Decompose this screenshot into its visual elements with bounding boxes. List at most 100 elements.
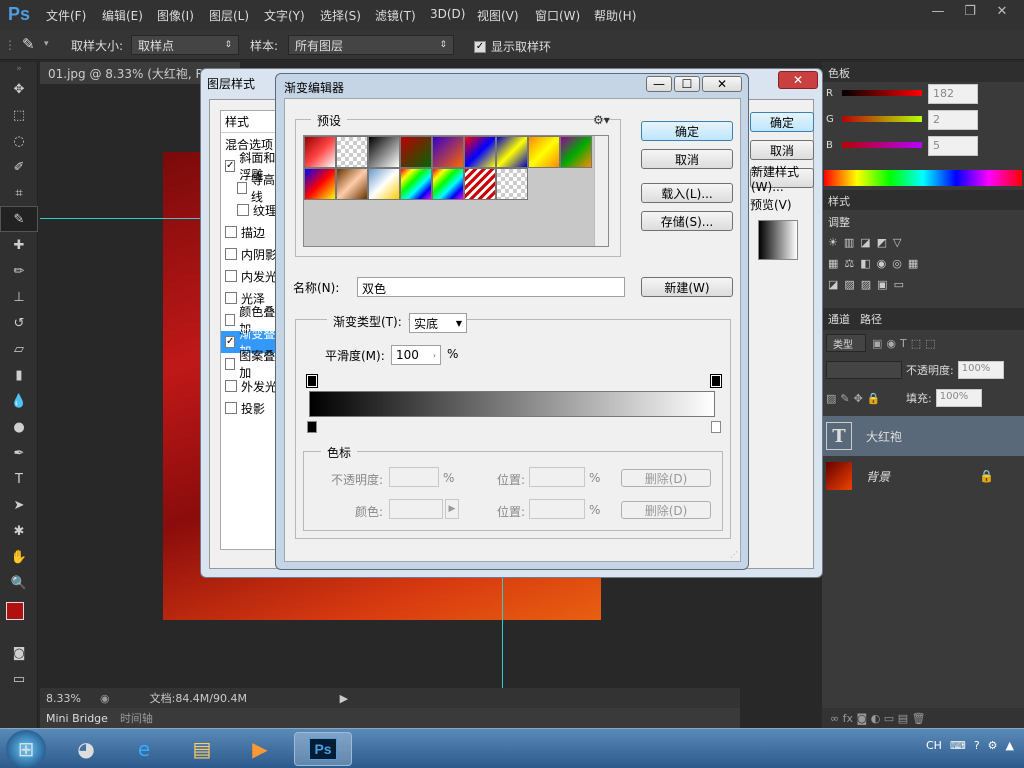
style-checkbox[interactable] bbox=[225, 226, 237, 238]
style-item[interactable]: 图案叠加 bbox=[221, 349, 279, 380]
menu-file[interactable]: 文件(F) bbox=[46, 7, 86, 24]
photoshop-taskbar-button[interactable]: Ps bbox=[294, 731, 352, 766]
tab-paths[interactable]: 路径 bbox=[860, 311, 882, 327]
presets-scrollbar[interactable] bbox=[594, 136, 608, 246]
b-slider[interactable] bbox=[842, 142, 922, 148]
style-checkbox[interactable] bbox=[225, 402, 237, 414]
b-value[interactable]: 5 bbox=[928, 136, 978, 156]
style-checkbox[interactable]: ✓ bbox=[225, 160, 236, 172]
resize-grip-icon[interactable]: ⋰ bbox=[730, 550, 738, 559]
preset-swatch[interactable] bbox=[432, 136, 464, 168]
sample-select[interactable]: 所有图层 ⇕ bbox=[288, 35, 454, 55]
preset-swatch[interactable] bbox=[464, 136, 496, 168]
new-style-button[interactable]: 新建样式(W)... bbox=[750, 165, 814, 194]
gradient-tool-icon[interactable]: ▮ bbox=[0, 362, 38, 388]
shape-tool-icon[interactable]: ✱ bbox=[0, 518, 38, 544]
style-checkbox[interactable] bbox=[237, 204, 249, 216]
fill-value[interactable]: 100% bbox=[935, 389, 982, 407]
preset-swatch[interactable] bbox=[496, 168, 528, 200]
stamp-tool-icon[interactable]: ⊥ bbox=[0, 284, 38, 310]
g-slider[interactable] bbox=[842, 116, 922, 122]
eyedropper-icon[interactable]: ✎ bbox=[22, 35, 35, 53]
preset-swatch[interactable] bbox=[304, 168, 336, 200]
tab-swatches[interactable]: 色板 bbox=[822, 62, 1024, 82]
ie-icon[interactable]: e bbox=[120, 732, 168, 766]
layer-kind-filter[interactable]: 类型 bbox=[826, 334, 866, 352]
guide-vertical[interactable] bbox=[502, 565, 503, 688]
new-button[interactable]: 新建(W) bbox=[641, 277, 733, 297]
pen-tool-icon[interactable]: ✒ bbox=[0, 440, 38, 466]
layer-style-close-button[interactable]: ✕ bbox=[778, 71, 818, 89]
layer-filter-icons[interactable]: ▣◉T⬚⬚ bbox=[872, 337, 940, 350]
opacity-location-input[interactable] bbox=[529, 467, 585, 487]
adjustment-icons-row3[interactable]: ◪▨▨▣▭ bbox=[828, 278, 1018, 291]
menu-3d[interactable]: 3D(D) bbox=[430, 7, 465, 21]
type-tool-icon[interactable]: T bbox=[0, 466, 38, 492]
preset-swatch[interactable] bbox=[560, 136, 592, 168]
tray-arrow-icon[interactable]: ▲ bbox=[1006, 739, 1014, 752]
preset-swatch[interactable] bbox=[464, 168, 496, 200]
settings-icon[interactable]: ⚙ bbox=[988, 739, 998, 752]
style-checkbox[interactable] bbox=[225, 270, 237, 282]
style-checkbox[interactable] bbox=[225, 292, 237, 304]
dialog-maximize-button[interactable]: ☐ bbox=[674, 76, 700, 92]
dialog-minimize-button[interactable]: — bbox=[646, 76, 672, 92]
layer-row-text[interactable]: T 大红袍 bbox=[822, 416, 1024, 456]
layer-panel-footer-icons[interactable]: ∞ fx ◙ ◐ ▭ ▤ 🗑 bbox=[822, 708, 1024, 728]
tool-preset-arrow-icon[interactable]: ▾ bbox=[44, 39, 49, 49]
opacity-stop-left[interactable] bbox=[306, 374, 318, 388]
explorer-icon[interactable]: ▤ bbox=[178, 732, 226, 766]
style-item[interactable]: 内阴影 bbox=[221, 243, 279, 265]
opacity-delete-button[interactable]: 删除(D) bbox=[621, 469, 711, 487]
tab-mini-bridge[interactable]: Mini Bridge bbox=[40, 712, 114, 725]
history-brush-tool-icon[interactable]: ↺ bbox=[0, 310, 38, 336]
foreground-color-swatch[interactable] bbox=[6, 602, 24, 620]
status-arrow-icon[interactable]: ▶ bbox=[340, 692, 348, 705]
r-slider[interactable] bbox=[842, 90, 922, 96]
r-value[interactable]: 182 bbox=[928, 84, 978, 104]
menu-type[interactable]: 文字(Y) bbox=[264, 7, 305, 24]
style-item[interactable]: 投影 bbox=[221, 397, 279, 419]
layer-style-cancel-button[interactable]: 取消 bbox=[750, 140, 814, 160]
show-ring-checkbox[interactable]: ✓ bbox=[474, 40, 486, 53]
dodge-tool-icon[interactable]: ● bbox=[0, 414, 38, 440]
zoom-tool-icon[interactable]: 🔍 bbox=[0, 570, 38, 596]
tab-channels[interactable]: 通道 bbox=[828, 311, 850, 327]
menu-image[interactable]: 图像(I) bbox=[157, 7, 194, 24]
style-checkbox[interactable] bbox=[225, 380, 237, 392]
quick-mask-icon[interactable]: ◙ bbox=[0, 640, 38, 666]
save-button[interactable]: 存储(S)... bbox=[641, 211, 733, 231]
layer-row-background[interactable]: 背景 🔒 bbox=[822, 456, 1024, 496]
style-checkbox[interactable] bbox=[225, 358, 236, 370]
menu-window[interactable]: 窗口(W) bbox=[535, 7, 580, 24]
color-spectrum[interactable] bbox=[824, 170, 1022, 186]
blur-tool-icon[interactable]: 💧 bbox=[0, 388, 38, 414]
preset-swatch[interactable] bbox=[528, 136, 560, 168]
style-item[interactable]: 内发光 bbox=[221, 265, 279, 287]
smoothness-input[interactable]: 100 › bbox=[391, 345, 441, 365]
color-arrow-icon[interactable]: ▶ bbox=[445, 499, 459, 519]
dialog-close-button[interactable]: ✕ bbox=[702, 76, 742, 92]
preset-swatch[interactable] bbox=[336, 168, 368, 200]
preview-label[interactable]: 预览(V) bbox=[750, 196, 792, 213]
opacity-stop-right[interactable] bbox=[710, 374, 722, 388]
menu-view[interactable]: 视图(V) bbox=[477, 7, 519, 24]
menu-filter[interactable]: 滤镜(T) bbox=[375, 7, 416, 24]
language-indicator[interactable]: CH bbox=[926, 739, 942, 752]
media-center-icon[interactable]: ◕ bbox=[62, 732, 110, 766]
preset-swatch[interactable] bbox=[368, 136, 400, 168]
style-checkbox[interactable] bbox=[225, 314, 236, 326]
marquee-tool-icon[interactable]: ⬚ bbox=[0, 102, 38, 128]
name-input[interactable]: 双色 bbox=[357, 277, 625, 297]
preset-swatch[interactable] bbox=[336, 136, 368, 168]
lock-icons[interactable]: ▨✎✥🔒 bbox=[826, 392, 902, 405]
style-item[interactable]: 描边 bbox=[221, 221, 279, 243]
opacity-value[interactable]: 100% bbox=[957, 361, 1004, 379]
stop-opacity-input[interactable] bbox=[389, 467, 439, 487]
preset-swatch[interactable] bbox=[368, 168, 400, 200]
menu-layer[interactable]: 图层(L) bbox=[209, 7, 249, 24]
sample-size-select[interactable]: 取样点 ⇕ bbox=[131, 35, 239, 55]
media-player-icon[interactable]: ▶ bbox=[236, 732, 284, 766]
load-button[interactable]: 载入(L)... bbox=[641, 183, 733, 203]
style-item[interactable]: 等高线 bbox=[221, 173, 279, 204]
